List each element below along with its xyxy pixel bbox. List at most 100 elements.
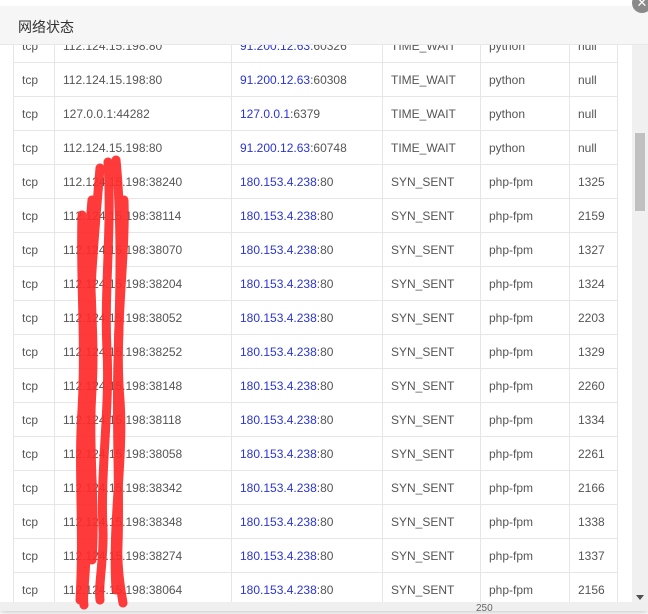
cell-protocol: tcp — [13, 198, 55, 233]
cell-pid: 1324 — [569, 266, 618, 301]
remote-port: :80 — [316, 582, 334, 597]
cell-local-address: 112.124.15.198:38058 — [54, 436, 232, 471]
remote-ip-link[interactable]: 180.153.4.238 — [240, 413, 317, 427]
cell-state: SYN_SENT — [382, 436, 481, 471]
cell-state: SYN_SENT — [382, 504, 481, 539]
cell-protocol: tcp — [13, 45, 55, 63]
table-row: tcp 112.124.15.198:38148 180.153.4.238:80 S… — [13, 368, 618, 403]
remote-port: :6379 — [290, 106, 321, 121]
remote-ip-link[interactable]: 180.153.4.238 — [240, 209, 317, 223]
cell-process: php-fpm — [480, 232, 570, 267]
cell-process: php-fpm — [480, 198, 570, 233]
cell-remote-address: 180.153.4.238:80 — [231, 402, 383, 437]
cell-local-address: 112.124.15.198:38114 — [54, 198, 232, 233]
cell-protocol: tcp — [13, 436, 55, 471]
cell-pid: 1325 — [569, 164, 618, 199]
cell-state: SYN_SENT — [382, 198, 481, 233]
cell-protocol: tcp — [13, 504, 55, 539]
cell-remote-address: 180.153.4.238:80 — [231, 572, 383, 602]
cell-remote-address: 180.153.4.238:80 — [231, 538, 383, 573]
cell-remote-address: 91.200.12.63:60308 — [231, 62, 383, 97]
cell-process: php-fpm — [480, 368, 570, 403]
cell-protocol: tcp — [13, 232, 55, 267]
cell-remote-address: 180.153.4.238:80 — [231, 470, 383, 505]
cell-protocol: tcp — [13, 334, 55, 369]
remote-port: :80 — [316, 276, 334, 291]
footer-page-number: 250 — [476, 603, 493, 614]
scroll-down-arrow-icon[interactable] — [636, 595, 644, 600]
remote-ip-link[interactable]: 180.153.4.238 — [240, 583, 317, 597]
cell-local-address: 112.124.15.198:38240 — [54, 164, 232, 199]
cell-local-address: 112.124.15.198:38342 — [54, 470, 232, 505]
cell-protocol: tcp — [13, 402, 55, 437]
cell-remote-address: 180.153.4.238:80 — [231, 198, 383, 233]
remote-ip-link[interactable]: 180.153.4.238 — [240, 345, 317, 359]
cell-pid: null — [569, 62, 618, 97]
cell-state: SYN_SENT — [382, 300, 481, 335]
cell-remote-address: 91.200.12.63:60748 — [231, 130, 383, 165]
cell-process: php-fpm — [480, 164, 570, 199]
remote-ip-link[interactable]: 180.153.4.238 — [240, 277, 317, 291]
cell-local-address: 112.124.15.198:38070 — [54, 232, 232, 267]
table-row: tcp 112.124.15.198:38252 180.153.4.238:80 S… — [13, 334, 618, 369]
remote-ip-link[interactable]: 127.0.0.1 — [240, 107, 290, 121]
remote-port: :80 — [316, 548, 334, 563]
cell-state: SYN_SENT — [382, 232, 481, 267]
cell-remote-address: 180.153.4.238:80 — [231, 436, 383, 471]
remote-ip-link[interactable]: 180.153.4.238 — [240, 481, 317, 495]
cell-process: php-fpm — [480, 300, 570, 335]
table-row: tcp 112.124.15.198:38052 180.153.4.238:80 S… — [13, 300, 618, 335]
cell-process: php-fpm — [480, 402, 570, 437]
cell-pid: null — [569, 130, 618, 165]
remote-port: :80 — [316, 480, 334, 495]
remote-ip-link[interactable]: 91.200.12.63 — [240, 73, 310, 87]
cell-local-address: 112.124.15.198:38118 — [54, 402, 232, 437]
cell-process: php-fpm — [480, 334, 570, 369]
remote-port: :60748 — [310, 140, 347, 155]
cell-state: SYN_SENT — [382, 572, 481, 602]
dialog-titlebar: 网络状态 — [0, 6, 648, 45]
remote-port: :80 — [316, 242, 334, 257]
remote-ip-link[interactable]: 180.153.4.238 — [240, 447, 317, 461]
cell-local-address: 112.124.15.198:38252 — [54, 334, 232, 369]
remote-ip-link[interactable]: 180.153.4.238 — [240, 379, 317, 393]
cell-state: SYN_SENT — [382, 266, 481, 301]
cell-remote-address: 180.153.4.238:80 — [231, 334, 383, 369]
remote-ip-link[interactable]: 180.153.4.238 — [240, 549, 317, 563]
cell-state: SYN_SENT — [382, 538, 481, 573]
cell-pid: 2159 — [569, 198, 618, 233]
remote-ip-link[interactable]: 180.153.4.238 — [240, 311, 317, 325]
cell-remote-address: 180.153.4.238:80 — [231, 164, 383, 199]
cell-protocol: tcp — [13, 96, 55, 131]
scrollbar-thumb[interactable] — [635, 133, 645, 211]
remote-port: :80 — [316, 344, 334, 359]
cell-process: php-fpm — [480, 470, 570, 505]
cell-local-address: 127.0.0.1:44282 — [54, 96, 232, 131]
table-row: tcp 112.124.15.198:38240 180.153.4.238:80 S… — [13, 164, 618, 199]
cell-state: TIME_WAIT — [382, 96, 481, 131]
cell-state: TIME_WAIT — [382, 45, 481, 63]
cell-pid: 1327 — [569, 232, 618, 267]
cell-process: php-fpm — [480, 436, 570, 471]
cell-remote-address: 180.153.4.238:80 — [231, 300, 383, 335]
table-row: tcp 112.124.15.198:80 91.200.12.63:60326 TI… — [13, 45, 618, 63]
remote-port: :80 — [316, 378, 334, 393]
remote-ip-link[interactable]: 180.153.4.238 — [240, 243, 317, 257]
cell-protocol: tcp — [13, 572, 55, 602]
remote-ip-link[interactable]: 180.153.4.238 — [240, 515, 317, 529]
vertical-scrollbar[interactable] — [632, 45, 648, 602]
cell-state: SYN_SENT — [382, 368, 481, 403]
table-row: tcp 127.0.0.1:44282 127.0.0.1:6379 TIME_WAI… — [13, 96, 618, 131]
remote-ip-link[interactable]: 180.153.4.238 — [240, 175, 317, 189]
cell-remote-address: 180.153.4.238:80 — [231, 232, 383, 267]
remote-ip-link[interactable]: 91.200.12.63 — [240, 45, 310, 53]
cell-local-address: 112.124.15.198:38348 — [54, 504, 232, 539]
remote-port: :80 — [316, 514, 334, 529]
remote-port: :80 — [316, 412, 334, 427]
remote-ip-link[interactable]: 91.200.12.63 — [240, 141, 310, 155]
cell-protocol: tcp — [13, 300, 55, 335]
connections-table: tcp 112.124.15.198:80 91.200.12.63:60326 TI… — [13, 45, 618, 602]
cell-pid: null — [569, 96, 618, 131]
table-row: tcp 112.124.15.198:38058 180.153.4.238:80 S… — [13, 436, 618, 471]
cell-protocol: tcp — [13, 470, 55, 505]
